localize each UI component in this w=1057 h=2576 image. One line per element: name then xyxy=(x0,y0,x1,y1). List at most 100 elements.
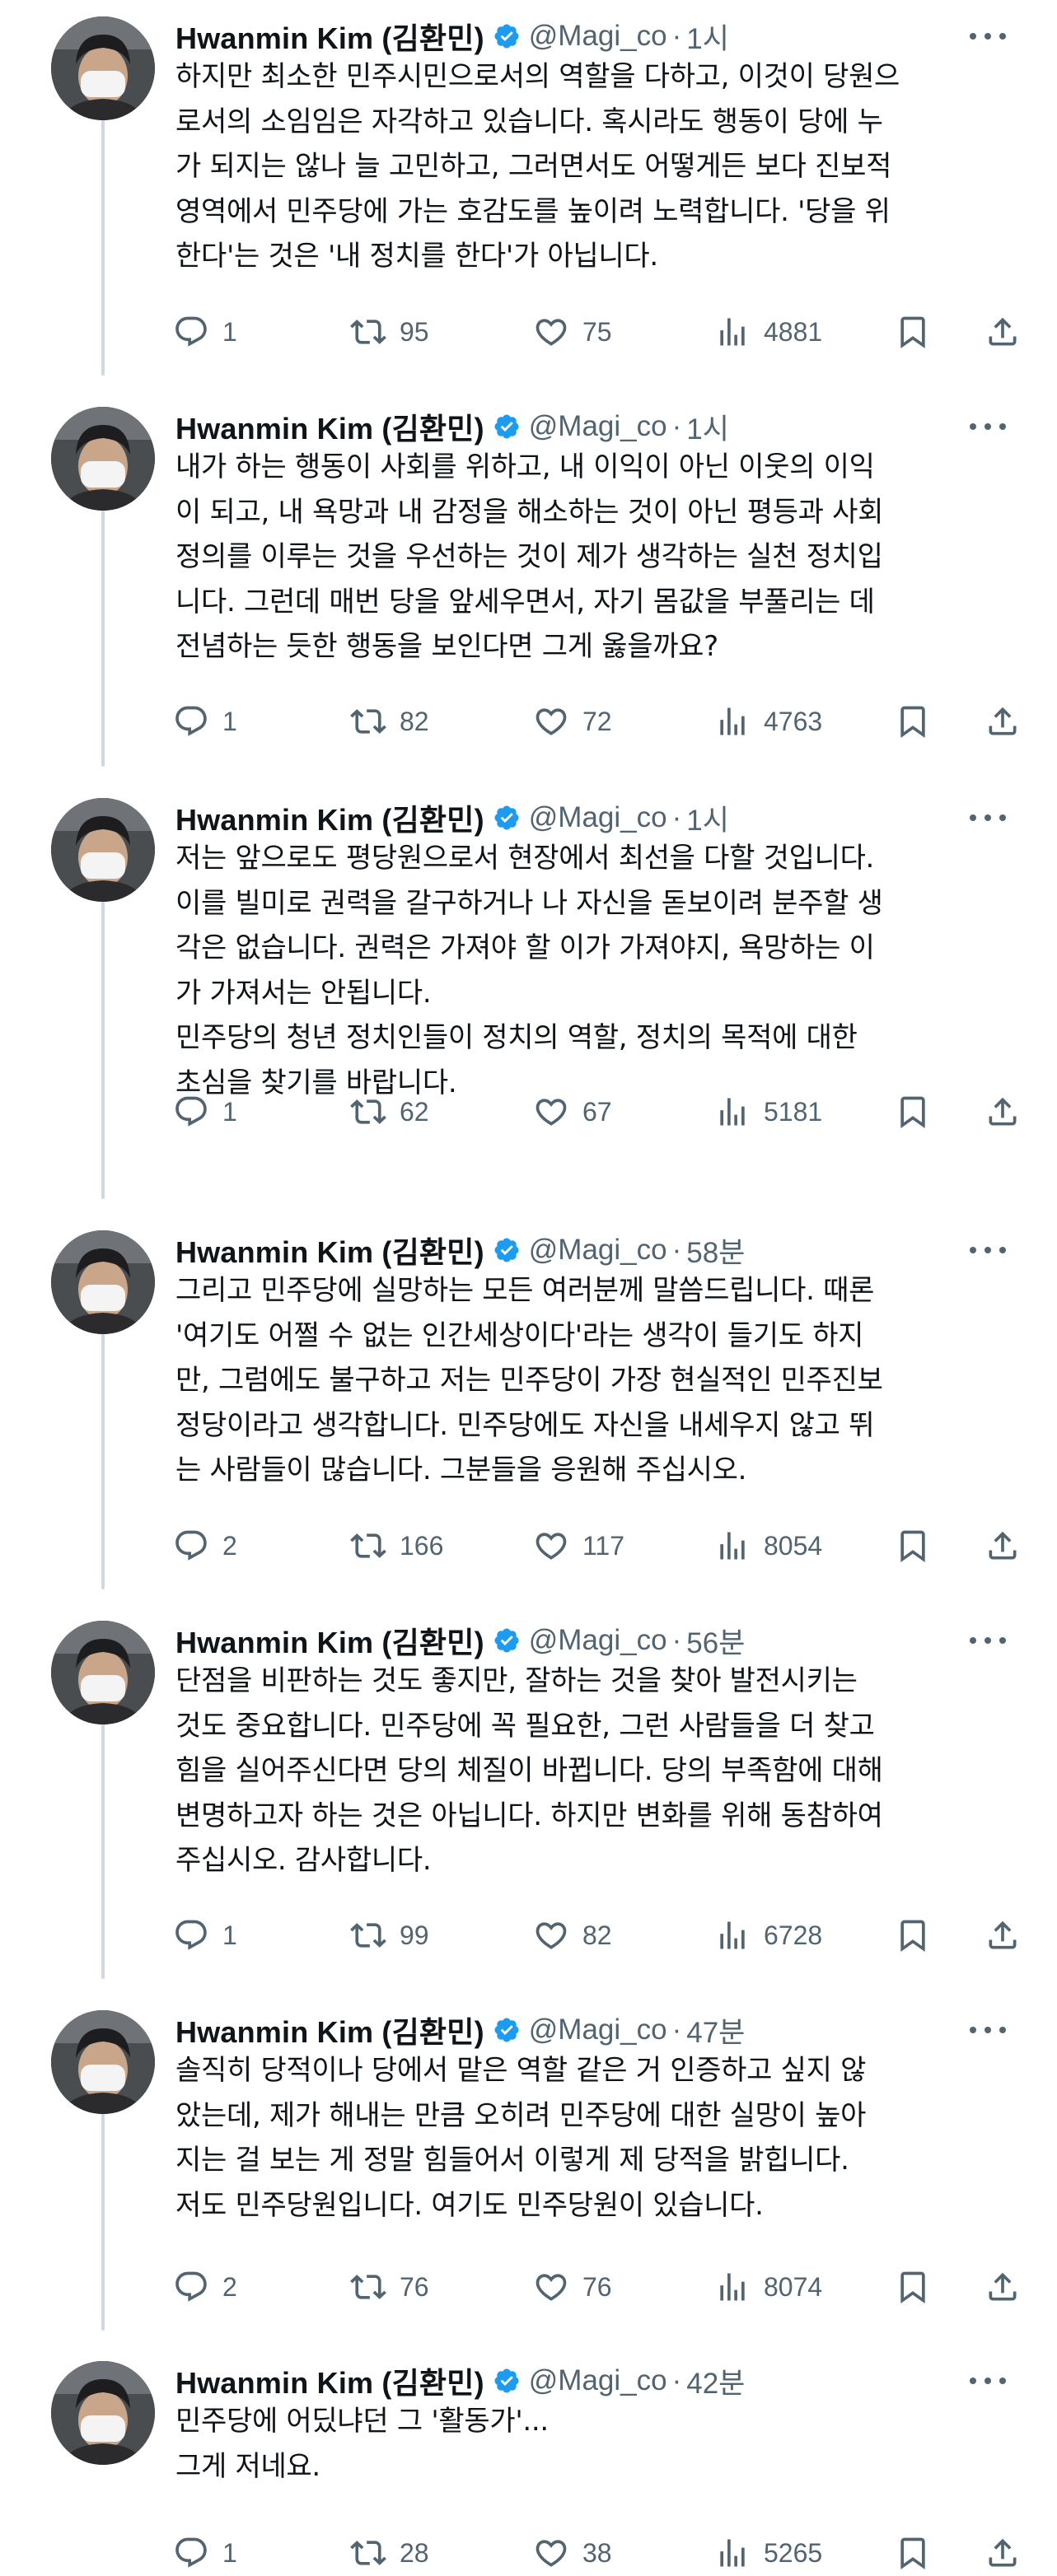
views-button[interactable]: 5265 xyxy=(714,2530,822,2576)
like-count: 76 xyxy=(582,2271,612,2302)
like-icon xyxy=(533,1528,569,1564)
separator-dot: · xyxy=(671,410,682,442)
share-button[interactable] xyxy=(985,2530,1021,2576)
author-handle[interactable]: @Magi_co xyxy=(529,20,667,53)
like-button[interactable]: 38 xyxy=(533,2530,612,2576)
retweet-button[interactable]: 28 xyxy=(350,2530,429,2576)
avatar[interactable] xyxy=(51,2361,155,2465)
reply-button[interactable]: 1 xyxy=(173,1912,237,1958)
avatar[interactable] xyxy=(51,2010,155,2114)
share-button[interactable] xyxy=(985,309,1021,355)
retweet-button[interactable]: 76 xyxy=(350,2264,429,2310)
author-display-name[interactable]: Hwanmin Kim (김환민) xyxy=(175,796,484,839)
separator-dot: · xyxy=(671,1234,682,1266)
more-icon[interactable] xyxy=(970,2020,1006,2040)
reply-button[interactable]: 1 xyxy=(173,309,237,355)
like-button[interactable]: 67 xyxy=(533,1089,612,1135)
tweet-timestamp[interactable]: 1시 xyxy=(686,406,729,448)
author-display-name[interactable]: Hwanmin Kim (김환민) xyxy=(175,1229,484,1272)
tweet-timestamp[interactable]: 1시 xyxy=(686,16,729,58)
share-button[interactable] xyxy=(985,698,1021,744)
more-dot xyxy=(999,1247,1006,1253)
views-icon xyxy=(714,1094,751,1130)
thread-connector-line xyxy=(101,1719,105,1979)
like-icon xyxy=(533,703,569,740)
like-button[interactable]: 76 xyxy=(533,2264,612,2310)
tweet-timestamp[interactable]: 42분 xyxy=(686,2360,745,2402)
author-display-name[interactable]: Hwanmin Kim (김환민) xyxy=(175,2009,484,2051)
bookmark-icon xyxy=(895,1094,931,1130)
retweet-button[interactable]: 62 xyxy=(350,1089,429,1135)
avatar[interactable] xyxy=(51,1230,155,1334)
views-button[interactable]: 6728 xyxy=(714,1912,822,1958)
reply-button[interactable]: 1 xyxy=(173,1089,237,1135)
author-display-name[interactable]: Hwanmin Kim (김환민) xyxy=(175,2359,484,2402)
tweet-header: Hwanmin Kim (김환민) @Magi_co · 58분 xyxy=(175,1230,999,1270)
retweet-button[interactable]: 99 xyxy=(350,1912,429,1958)
tweet-text: 민주당에 어딨냐던 그 '활동가'... 그게 저네요. xyxy=(175,2405,549,2483)
share-button[interactable] xyxy=(985,2264,1021,2310)
avatar[interactable] xyxy=(51,1621,155,1724)
tweet-timestamp[interactable]: 1시 xyxy=(686,797,729,839)
tweet-timestamp[interactable]: 56분 xyxy=(686,1620,745,1662)
like-icon xyxy=(533,2535,569,2571)
author-handle[interactable]: @Magi_co xyxy=(529,1234,667,1267)
bookmark-button[interactable] xyxy=(895,1912,931,1958)
bookmark-button[interactable] xyxy=(895,2530,931,2576)
bookmark-button[interactable] xyxy=(895,309,931,355)
views-button[interactable]: 4763 xyxy=(714,698,822,744)
avatar[interactable] xyxy=(51,407,155,511)
bookmark-button[interactable] xyxy=(895,2264,931,2310)
tweet-timestamp[interactable]: 47분 xyxy=(686,2009,745,2051)
views-button[interactable]: 4881 xyxy=(714,309,822,355)
bookmark-button[interactable] xyxy=(895,1523,931,1569)
retweet-button[interactable]: 95 xyxy=(350,309,429,355)
reply-button[interactable]: 1 xyxy=(173,698,237,744)
author-display-name[interactable]: Hwanmin Kim (김환민) xyxy=(175,15,484,58)
reply-button[interactable]: 1 xyxy=(173,2530,237,2576)
like-button[interactable]: 72 xyxy=(533,698,612,744)
views-button[interactable]: 8074 xyxy=(714,2264,822,2310)
like-button[interactable]: 75 xyxy=(533,309,612,355)
like-button[interactable]: 117 xyxy=(533,1523,624,1569)
avatar[interactable] xyxy=(51,798,155,902)
separator-dot: · xyxy=(671,2014,682,2046)
avatar[interactable] xyxy=(51,16,155,120)
tweet-timestamp[interactable]: 58분 xyxy=(686,1230,745,1272)
retweet-button[interactable]: 82 xyxy=(350,698,429,744)
bookmark-icon xyxy=(895,314,931,350)
reply-button[interactable]: 2 xyxy=(173,2264,237,2310)
author-handle[interactable]: @Magi_co xyxy=(529,410,667,443)
more-icon[interactable] xyxy=(970,808,1006,828)
author-handle[interactable]: @Magi_co xyxy=(529,801,667,834)
more-icon[interactable] xyxy=(970,417,1006,436)
author-handle[interactable]: @Magi_co xyxy=(529,2014,667,2046)
views-button[interactable]: 5181 xyxy=(714,1089,822,1135)
author-handle[interactable]: @Magi_co xyxy=(529,2364,667,2397)
share-button[interactable] xyxy=(985,1089,1021,1135)
views-button[interactable]: 8054 xyxy=(714,1523,822,1569)
retweet-button[interactable]: 166 xyxy=(350,1523,443,1569)
author-display-name[interactable]: Hwanmin Kim (김환민) xyxy=(175,405,484,448)
author-display-name[interactable]: Hwanmin Kim (김환민) xyxy=(175,1619,484,1662)
views-icon xyxy=(714,703,751,740)
share-button[interactable] xyxy=(985,1912,1021,1958)
more-icon[interactable] xyxy=(970,2371,1006,2391)
bookmark-button[interactable] xyxy=(895,698,931,744)
bookmark-button[interactable] xyxy=(895,1089,931,1135)
more-icon[interactable] xyxy=(970,26,1006,46)
bookmark-icon xyxy=(895,2269,931,2305)
share-button[interactable] xyxy=(985,1523,1021,1569)
tweet-text: 하지만 최소한 민주시민으로서의 역할을 다하고, 이것이 당원으 로서의 소임… xyxy=(175,60,900,273)
more-icon[interactable] xyxy=(970,1631,1006,1650)
reply-count: 1 xyxy=(222,706,237,736)
more-dot xyxy=(985,2027,991,2033)
author-handle[interactable]: @Magi_co xyxy=(529,1624,667,1657)
reply-button[interactable]: 2 xyxy=(173,1523,237,1569)
more-dot xyxy=(999,1637,1006,1644)
tweet-text: 저는 앞으로도 평당원으로서 현장에서 최선을 다할 것입니다. 이를 빌미로 … xyxy=(175,842,883,1099)
retweet-count: 99 xyxy=(400,1920,429,1950)
like-button[interactable]: 82 xyxy=(533,1912,612,1958)
retweet-count: 62 xyxy=(400,1096,429,1127)
more-icon[interactable] xyxy=(970,1240,1006,1260)
